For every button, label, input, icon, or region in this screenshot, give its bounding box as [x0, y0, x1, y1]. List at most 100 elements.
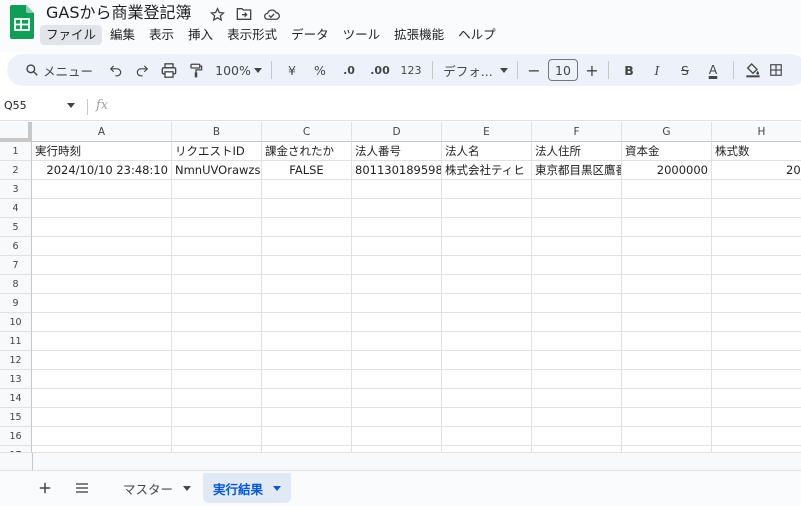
cell[interactable]	[712, 332, 801, 351]
cell[interactable]	[172, 237, 262, 256]
fill-color-icon[interactable]	[740, 56, 766, 84]
cell[interactable]	[32, 256, 172, 275]
cell[interactable]	[532, 294, 622, 313]
row-header[interactable]: 10	[0, 313, 32, 332]
redo-icon[interactable]	[129, 56, 155, 84]
chevron-down-icon[interactable]	[497, 56, 511, 84]
cell[interactable]	[32, 294, 172, 313]
cell[interactable]	[32, 218, 172, 237]
cell[interactable]	[262, 294, 352, 313]
add-sheet-icon[interactable]	[36, 479, 54, 497]
cell[interactable]	[622, 294, 712, 313]
cell[interactable]	[32, 237, 172, 256]
cell[interactable]	[262, 313, 352, 332]
cell[interactable]	[352, 237, 442, 256]
row-header[interactable]: 15	[0, 408, 32, 427]
cell[interactable]: 2024/10/10 23:48:10	[32, 161, 172, 180]
cell[interactable]	[622, 408, 712, 427]
cell[interactable]	[352, 313, 442, 332]
cell[interactable]	[352, 218, 442, 237]
cell[interactable]	[172, 408, 262, 427]
cell[interactable]	[622, 332, 712, 351]
cell[interactable]	[622, 351, 712, 370]
cell[interactable]: 200	[712, 161, 801, 180]
decrease-font-size-icon[interactable]: −	[524, 56, 544, 84]
cell[interactable]	[532, 427, 622, 446]
font-family-select[interactable]: デフォ...	[439, 56, 497, 84]
cell[interactable]	[352, 389, 442, 408]
cell[interactable]	[32, 389, 172, 408]
cell[interactable]	[532, 275, 622, 294]
cell[interactable]	[712, 275, 801, 294]
decrease-decimal-button[interactable]: .0	[334, 56, 364, 84]
cell[interactable]	[32, 332, 172, 351]
row-header[interactable]: 2	[0, 161, 32, 180]
chevron-down-icon[interactable]	[251, 56, 265, 84]
menu-data[interactable]: データ	[285, 25, 335, 45]
cell[interactable]	[352, 427, 442, 446]
cell[interactable]	[532, 237, 622, 256]
cloud-saved-icon[interactable]	[262, 5, 280, 23]
cell[interactable]	[172, 389, 262, 408]
menu-file[interactable]: ファイル	[40, 25, 103, 45]
cell[interactable]	[172, 332, 262, 351]
cell[interactable]	[262, 389, 352, 408]
cell[interactable]	[622, 237, 712, 256]
cell[interactable]: 株式会社ティヒ	[442, 161, 532, 180]
cell[interactable]	[442, 408, 532, 427]
cell[interactable]	[532, 180, 622, 199]
cell[interactable]	[32, 370, 172, 389]
cell[interactable]	[712, 294, 801, 313]
cell[interactable]	[442, 313, 532, 332]
undo-icon[interactable]	[103, 56, 129, 84]
cell[interactable]: 法人住所	[532, 142, 622, 161]
cell[interactable]	[352, 408, 442, 427]
zoom-select[interactable]: 100%	[215, 56, 251, 84]
cell[interactable]	[262, 275, 352, 294]
cell[interactable]	[172, 370, 262, 389]
cell[interactable]	[352, 275, 442, 294]
star-icon[interactable]	[208, 5, 226, 23]
search-menus-input[interactable]: メニュー	[43, 56, 103, 84]
row-header[interactable]: 9	[0, 294, 32, 313]
menu-tools[interactable]: ツール	[337, 25, 387, 45]
cell[interactable]	[352, 199, 442, 218]
increase-font-size-icon[interactable]: +	[582, 56, 602, 84]
row-header[interactable]: 8	[0, 275, 32, 294]
row-header[interactable]: 11	[0, 332, 32, 351]
cell[interactable]	[712, 256, 801, 275]
chevron-down-icon[interactable]	[67, 103, 75, 108]
cell[interactable]	[262, 180, 352, 199]
cell[interactable]	[172, 427, 262, 446]
cell[interactable]	[32, 427, 172, 446]
row-header[interactable]: 16	[0, 427, 32, 446]
borders-icon[interactable]	[766, 56, 786, 84]
cell[interactable]	[262, 370, 352, 389]
number-format-button[interactable]: 123	[396, 56, 426, 84]
cell[interactable]: 法人番号	[352, 142, 442, 161]
cell[interactable]	[622, 218, 712, 237]
cell[interactable]	[172, 313, 262, 332]
currency-format-button[interactable]: ¥	[278, 56, 306, 84]
chevron-down-icon[interactable]	[273, 485, 282, 491]
row-header[interactable]: 12	[0, 351, 32, 370]
font-size-input[interactable]: 10	[548, 59, 578, 81]
row-header[interactable]: 7	[0, 256, 32, 275]
cell[interactable]	[712, 313, 801, 332]
cell[interactable]	[532, 256, 622, 275]
cell[interactable]: NmnUVOrawzsit	[172, 161, 262, 180]
cell[interactable]	[442, 218, 532, 237]
cell[interactable]	[172, 218, 262, 237]
select-all-corner[interactable]	[0, 122, 32, 142]
cell[interactable]: リクエストID	[172, 142, 262, 161]
cell[interactable]	[442, 427, 532, 446]
cell[interactable]	[32, 351, 172, 370]
cell[interactable]	[712, 427, 801, 446]
row-header[interactable]: 13	[0, 370, 32, 389]
cell[interactable]: 東京都目黒区鷹番	[532, 161, 622, 180]
cell[interactable]	[622, 370, 712, 389]
cell[interactable]: 課金されたか	[262, 142, 352, 161]
cell[interactable]	[442, 294, 532, 313]
cell[interactable]	[442, 332, 532, 351]
cell[interactable]	[442, 389, 532, 408]
